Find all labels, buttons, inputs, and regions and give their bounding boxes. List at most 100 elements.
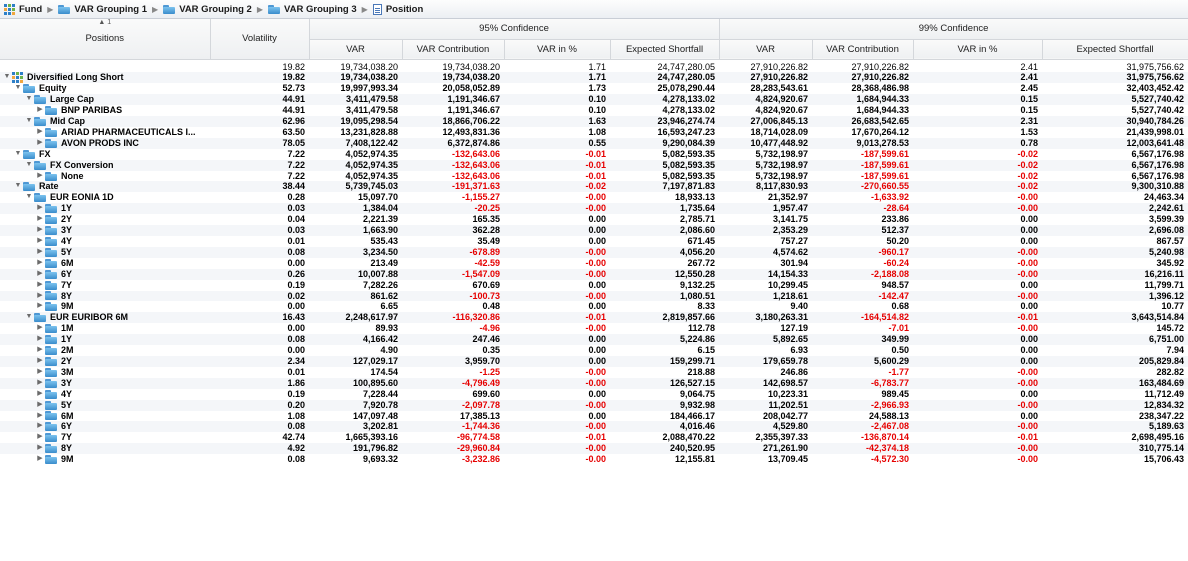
expand-toggle-icon[interactable]: ▶ xyxy=(35,171,45,182)
collapse-toggle-icon[interactable]: ▼ xyxy=(24,94,34,105)
collapse-toggle-icon[interactable]: ▼ xyxy=(13,181,23,192)
position-cell[interactable]: ▶ 3Y xyxy=(0,377,210,389)
table-row[interactable]: ▶ ARIAD PHARMACEUTICALS I... 63.50 13,231,8… xyxy=(0,127,1188,138)
table-row[interactable]: ▶ 9M 0.08 9,693.32 -3,232.86 -0.00 12,155.81 13… xyxy=(0,454,1188,465)
expand-toggle-icon[interactable]: ▶ xyxy=(35,236,45,247)
table-row[interactable]: ▶ 1Y 0.03 1,384.04 -20.25 -0.00 1,735.64 1,957.… xyxy=(0,203,1188,215)
position-cell[interactable]: ▶ None xyxy=(0,171,210,182)
table-row[interactable]: ▶ 3M 0.01 174.54 -1.25 -0.00 218.88 246.86 -1.77… xyxy=(0,367,1188,378)
position-cell[interactable]: ▶ 2M xyxy=(0,345,210,356)
position-cell[interactable]: ▶ 8Y xyxy=(0,290,210,302)
expand-toggle-icon[interactable]: ▶ xyxy=(35,301,45,312)
expand-toggle-icon[interactable]: ▶ xyxy=(35,280,45,291)
table-row[interactable]: ▶ 6Y 0.08 3,202.81 -1,744.36 -0.00 4,016.46 4,5… xyxy=(0,421,1188,433)
table-row[interactable]: ▼ Rate 38.44 5,739,745.03 -191,371.63 -0.02 7,… xyxy=(0,181,1188,193)
breadcrumb-item[interactable]: VAR Grouping 2 xyxy=(163,4,252,15)
table-row[interactable]: ▶ 7Y 42.74 1,665,393.16 -96,774.58 -0.01 2,088… xyxy=(0,432,1188,443)
expand-toggle-icon[interactable]: ▶ xyxy=(35,247,45,258)
expand-toggle-icon[interactable]: ▶ xyxy=(35,323,45,334)
expand-toggle-icon[interactable]: ▶ xyxy=(35,400,45,411)
column-header-positions[interactable]: ▲ 1 Positions xyxy=(0,19,211,60)
expand-toggle-icon[interactable]: ▶ xyxy=(35,454,45,465)
position-cell[interactable]: ▶ 7Y xyxy=(0,280,210,291)
table-row[interactable]: ▶ 8Y 0.02 861.62 -100.73 -0.00 1,080.51 1,218.6… xyxy=(0,290,1188,302)
position-cell[interactable]: ▶ 1M xyxy=(0,323,210,334)
position-cell[interactable]: ▶ 6Y xyxy=(0,268,210,280)
expand-toggle-icon[interactable]: ▶ xyxy=(35,138,45,149)
column-header-expected-shortfall-95[interactable]: Expected Shortfall xyxy=(610,39,720,60)
position-cell[interactable]: ▼ Diversified Long Short xyxy=(0,72,210,84)
table-row[interactable]: ▶ 5Y 0.20 7,920.78 -2,097.78 -0.00 9,932.98 11,… xyxy=(0,399,1188,411)
table-row[interactable]: ▶ 7Y 0.19 7,282.26 670.69 0.00 9,132.25 10,299.… xyxy=(0,280,1188,291)
collapse-toggle-icon[interactable]: ▼ xyxy=(24,192,34,203)
table-row[interactable]: ▶ AVON PRODS INC 78.05 7,408,122.42 6,372,87… xyxy=(0,137,1188,149)
table-row[interactable]: ▶ BNP PARIBAS 44.91 3,411,479.58 1,191,346.6… xyxy=(0,105,1188,116)
position-cell[interactable]: ▼ FX xyxy=(0,149,210,160)
expand-toggle-icon[interactable]: ▶ xyxy=(35,367,45,378)
expand-toggle-icon[interactable]: ▶ xyxy=(35,411,45,422)
table-row[interactable]: ▼ FX Conversion 7.22 4,052,974.35 -132,643.0… xyxy=(0,159,1188,171)
collapse-toggle-icon[interactable]: ▼ xyxy=(13,83,23,94)
position-cell[interactable]: ▶ 8Y xyxy=(0,443,210,455)
column-header-var-contribution-99[interactable]: VAR Contribution xyxy=(812,39,914,60)
column-header-var-99[interactable]: VAR xyxy=(719,39,813,60)
table-row[interactable]: ▼ Mid Cap 62.96 19,095,298.54 18,866,706.22 1… xyxy=(0,116,1188,127)
table-row[interactable]: ▶ 1Y 0.08 4,166.42 247.46 0.00 5,224.86 5,892.6… xyxy=(0,334,1188,346)
position-cell[interactable]: ▶ 9M xyxy=(0,454,210,465)
breadcrumb-item[interactable]: VAR Grouping 1 xyxy=(58,4,147,15)
table-row[interactable]: ▶ 3Y 1.86 100,895.60 -4,796.49 -0.00 126,527.1… xyxy=(0,377,1188,389)
table-row[interactable]: ▶ 8Y 4.92 191,796.82 -29,960.84 -0.00 240,520.… xyxy=(0,443,1188,455)
position-cell[interactable]: ▶ AVON PRODS INC xyxy=(0,137,210,149)
position-cell[interactable]: ▶ 2Y xyxy=(0,355,210,367)
position-cell[interactable]: ▶ BNP PARIBAS xyxy=(0,105,210,116)
position-cell[interactable]: ▼ FX Conversion xyxy=(0,159,210,171)
collapse-toggle-icon[interactable]: ▼ xyxy=(24,160,34,171)
position-cell[interactable]: ▼ Equity xyxy=(0,83,210,94)
position-cell[interactable]: ▼ Rate xyxy=(0,181,210,193)
column-header-volatility[interactable]: Volatility xyxy=(210,19,310,60)
position-cell[interactable]: ▼ EUR EURIBOR 6M xyxy=(0,312,210,324)
column-header-expected-shortfall-99[interactable]: Expected Shortfall xyxy=(1042,39,1188,60)
position-cell[interactable]: ▶ 1Y xyxy=(0,334,210,346)
collapse-toggle-icon[interactable]: ▼ xyxy=(2,72,12,83)
table-row[interactable]: ▶ 6Y 0.26 10,007.88 -1,547.09 -0.00 12,550.28 1… xyxy=(0,268,1188,280)
position-cell[interactable]: ▶ ARIAD PHARMACEUTICALS I... xyxy=(0,127,210,138)
position-cell[interactable]: ▶ 5Y xyxy=(0,399,210,411)
expand-toggle-icon[interactable]: ▶ xyxy=(35,258,45,269)
position-cell[interactable]: ▼ EUR EONIA 1D xyxy=(0,192,210,203)
position-cell[interactable]: ▶ 6M xyxy=(0,411,210,422)
expand-toggle-icon[interactable]: ▶ xyxy=(35,345,45,356)
position-cell[interactable]: ▶ 1Y xyxy=(0,203,210,215)
table-row[interactable]: ▶ 5Y 0.08 3,234.50 -678.89 -0.00 4,056.20 4,574… xyxy=(0,246,1188,258)
position-cell[interactable]: ▶ 2Y xyxy=(0,214,210,225)
table-row[interactable]: ▼ FX 7.22 4,052,974.35 -132,643.06 -0.01 5,082… xyxy=(0,149,1188,160)
position-cell[interactable]: ▶ 9M xyxy=(0,301,210,312)
table-row[interactable]: ▼ Large Cap 44.91 3,411,479.58 1,191,346.67 0… xyxy=(0,94,1188,106)
table-row[interactable]: ▶ 3Y 0.03 1,663.90 362.28 0.00 2,086.60 2,353.2… xyxy=(0,225,1188,236)
position-cell[interactable]: ▶ 4Y xyxy=(0,389,210,400)
column-header-var-pct-99[interactable]: VAR in % xyxy=(913,39,1043,60)
collapse-toggle-icon[interactable]: ▼ xyxy=(24,116,34,127)
expand-toggle-icon[interactable]: ▶ xyxy=(35,378,45,389)
breadcrumb-item[interactable]: Position xyxy=(372,3,423,15)
table-row[interactable]: ▶ 2Y 2.34 127,029.17 3,959.70 0.00 159,299.71 1… xyxy=(0,355,1188,367)
position-cell[interactable]: ▶ 5Y xyxy=(0,246,210,258)
position-cell[interactable]: ▶ 3Y xyxy=(0,225,210,236)
table-row[interactable]: ▼ Equity 52.73 19,997,993.34 20,058,052.89 1.… xyxy=(0,83,1188,94)
expand-toggle-icon[interactable]: ▶ xyxy=(35,203,45,214)
breadcrumb-item[interactable]: Fund xyxy=(4,3,42,15)
table-row[interactable]: ▶ 9M 0.00 6.65 0.48 0.00 8.33 9.40 0.68 0.00 10.77 xyxy=(0,301,1188,312)
expand-toggle-icon[interactable]: ▶ xyxy=(35,443,45,454)
table-row[interactable]: ▶ 1M 0.00 89.93 -4.96 -0.00 112.78 127.19 -7.01 -… xyxy=(0,323,1188,334)
column-header-var-contribution-95[interactable]: VAR Contribution xyxy=(402,39,505,60)
expand-toggle-icon[interactable]: ▶ xyxy=(35,127,45,138)
table-row[interactable]: ▶ 4Y 0.01 535.43 35.49 0.00 671.45 757.27 50.20 0… xyxy=(0,236,1188,247)
table-row[interactable]: ▶ None 7.22 4,052,974.35 -132,643.06 -0.01 5,0… xyxy=(0,171,1188,182)
column-header-var-pct-95[interactable]: VAR in % xyxy=(504,39,611,60)
expand-toggle-icon[interactable]: ▶ xyxy=(35,225,45,236)
table-row[interactable]: ▶ 2M 0.00 4.90 0.35 0.00 6.15 6.93 0.50 0.00 7.94 xyxy=(0,345,1188,356)
position-cell[interactable]: ▶ 6M xyxy=(0,258,210,269)
expand-toggle-icon[interactable]: ▶ xyxy=(35,432,45,443)
position-cell[interactable]: ▼ Mid Cap xyxy=(0,116,210,127)
position-cell[interactable]: ▶ 3M xyxy=(0,367,210,378)
